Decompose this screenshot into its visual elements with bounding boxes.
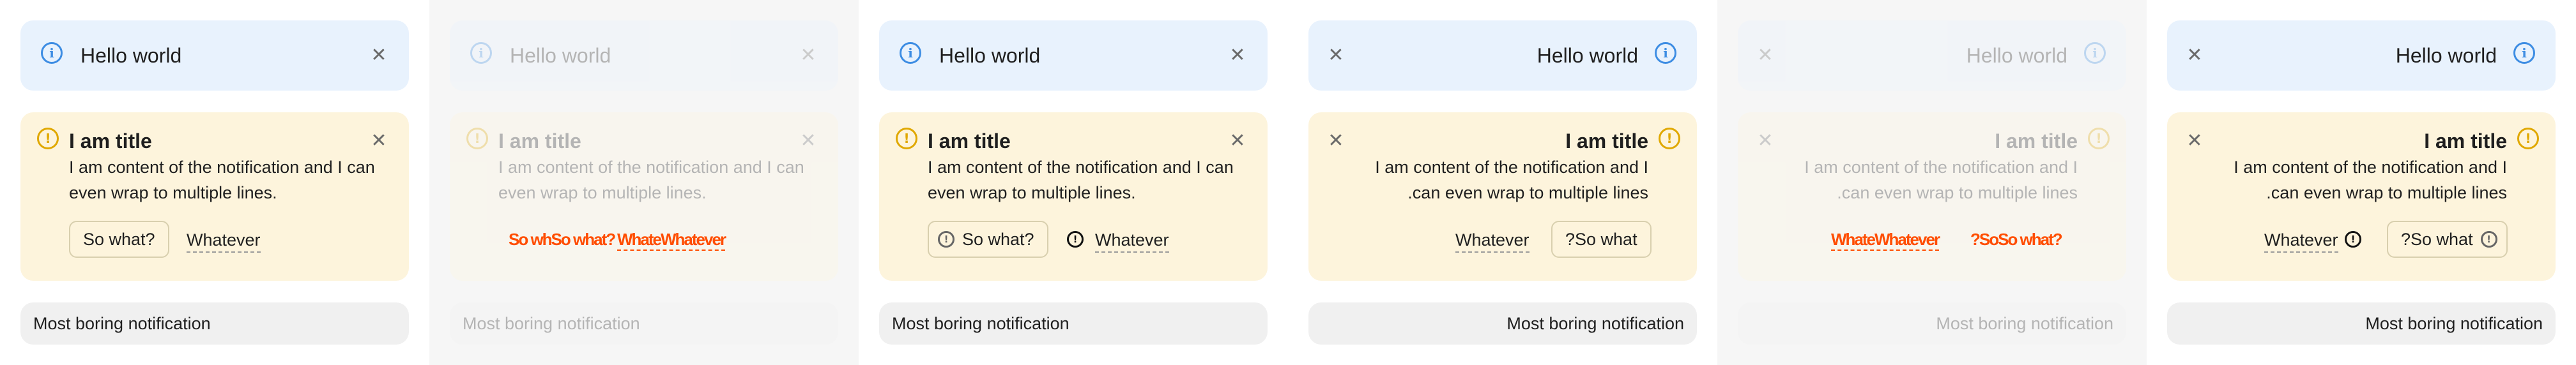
- whatever-link[interactable]: Whatever: [187, 228, 261, 253]
- close-icon[interactable]: ✕: [1227, 45, 1248, 66]
- warning-title: I am title: [928, 130, 1011, 153]
- column-ltr: i Hello world ✕ ! I am title ✕ I am cont…: [0, 0, 429, 365]
- boring-message: Most boring notification: [463, 314, 640, 333]
- so-what-button[interactable]: So what?: [69, 221, 169, 258]
- boring-notification: Most boring notification: [450, 302, 838, 345]
- info-message: Hello world: [939, 44, 1041, 67]
- warning-title: I am title: [1995, 130, 2078, 153]
- close-icon[interactable]: ✕: [1325, 45, 1347, 66]
- warning-body: I am content of the notification and I .…: [2234, 158, 2507, 202]
- warning-body: I am content of the notification and I c…: [928, 158, 1234, 202]
- close-icon[interactable]: ✕: [1754, 45, 1776, 66]
- boring-message: Most boring notification: [1506, 314, 1684, 333]
- so-what-button[interactable]: ! So what?: [928, 221, 1048, 258]
- info-notification: ✕ Hello world i: [2167, 20, 2556, 91]
- warning-icon: !: [1659, 128, 1680, 149]
- boring-notification: Most boring notification: [2167, 302, 2556, 345]
- whatever-link[interactable]: Whatever: [2264, 228, 2338, 253]
- warning-icon: !: [37, 128, 59, 149]
- info-message: Hello world: [510, 44, 611, 67]
- close-icon[interactable]: ✕: [368, 130, 390, 152]
- so-what-button[interactable]: ?So what !: [2387, 221, 2508, 258]
- close-icon[interactable]: ✕: [1227, 130, 1248, 152]
- close-icon[interactable]: ✕: [368, 45, 390, 66]
- glitch-label: WhateWhatever: [617, 230, 726, 251]
- info-icon: i: [41, 42, 63, 64]
- warning-title: I am title: [1565, 130, 1648, 153]
- warning-icon: !: [896, 128, 917, 149]
- warning-icon: !: [938, 231, 954, 248]
- column-rtl-icons: ✕ Hello world i ✕ I am title ! I am cont…: [2147, 0, 2576, 365]
- boring-notification: Most boring notification: [20, 302, 409, 345]
- close-icon[interactable]: ✕: [2184, 130, 2205, 152]
- boring-message: Most boring notification: [2365, 314, 2543, 333]
- warning-icon: !: [2345, 231, 2361, 248]
- warning-body: I am content of the notification and I .…: [1375, 158, 1648, 202]
- warning-icon: !: [2480, 231, 2497, 248]
- column-rtl: ✕ Hello world i ✕ I am title ! I am cont…: [1288, 0, 1717, 365]
- close-icon[interactable]: ✕: [1325, 130, 1347, 152]
- warning-body: I am content of the notification and I .…: [1804, 158, 2078, 202]
- warning-icon: !: [1067, 231, 1084, 248]
- glitch-label: ?SoSo what?: [1970, 230, 2063, 249]
- close-icon[interactable]: ✕: [2184, 45, 2205, 66]
- info-notification: ✕ Hello world i: [1738, 20, 2126, 91]
- warning-notification: ✕ I am title ! I am content of the notif…: [1308, 112, 1697, 281]
- warning-title: I am title: [69, 130, 152, 153]
- info-notification: i Hello world ✕: [20, 20, 409, 91]
- boring-notification: Most boring notification: [1738, 302, 2126, 345]
- whatever-link[interactable]: Whatever: [1455, 228, 1529, 253]
- info-icon: i: [2084, 42, 2106, 64]
- warning-notification: ! I am title ✕ I am content of the notif…: [20, 112, 409, 281]
- warning-icon: !: [466, 128, 488, 149]
- warning-icon: !: [2088, 128, 2110, 149]
- info-message: Hello world: [80, 44, 182, 67]
- boring-notification: Most boring notification: [879, 302, 1268, 345]
- whatever-link[interactable]: Whatever: [1095, 228, 1169, 253]
- glitch-label: WhateWhatever: [1831, 230, 1940, 251]
- close-icon[interactable]: ✕: [1754, 130, 1776, 152]
- column-ltr-icons: i Hello world ✕ ! I am title ✕ I am cont…: [859, 0, 1288, 365]
- info-message: Hello world: [1537, 44, 1638, 67]
- warning-body: I am content of the notification and I c…: [69, 158, 375, 202]
- info-icon: i: [900, 42, 921, 64]
- boring-message: Most boring notification: [33, 314, 211, 333]
- warning-title: I am title: [2424, 130, 2507, 153]
- close-icon[interactable]: ✕: [797, 45, 819, 66]
- info-notification: i Hello world ✕: [450, 20, 838, 91]
- info-message: Hello world: [2395, 44, 2497, 67]
- warning-notification: ✕ I am title ! I am content of the notif…: [2167, 112, 2556, 281]
- boring-message: Most boring notification: [892, 314, 1070, 333]
- warning-body: I am content of the notification and I c…: [498, 158, 804, 202]
- so-what-button[interactable]: ?So what: [1551, 221, 1652, 258]
- glitch-label: So whSo what?: [509, 230, 616, 249]
- warning-icon: !: [2517, 128, 2539, 149]
- info-icon: i: [2513, 42, 2535, 64]
- close-icon[interactable]: ✕: [797, 130, 819, 152]
- boring-message: Most boring notification: [1936, 314, 2113, 333]
- info-notification: ✕ Hello world i: [1308, 20, 1697, 91]
- boring-notification: Most boring notification: [1308, 302, 1697, 345]
- info-notification: i Hello world ✕: [879, 20, 1268, 91]
- warning-title: I am title: [498, 130, 581, 153]
- info-message: Hello world: [1966, 44, 2067, 67]
- column-rtl-faded: ✕ Hello world i ✕ I am title ! I am cont…: [1717, 0, 2147, 365]
- warning-notification: ! I am title ✕ I am content of the notif…: [879, 112, 1268, 281]
- warning-notification: ! I am title ✕ I am content of the notif…: [450, 112, 838, 281]
- info-icon: i: [470, 42, 492, 64]
- info-icon: i: [1655, 42, 1676, 64]
- warning-notification: ✕ I am title ! I am content of the notif…: [1738, 112, 2126, 281]
- column-ltr-faded: i Hello world ✕ ! I am title ✕ I am cont…: [429, 0, 859, 365]
